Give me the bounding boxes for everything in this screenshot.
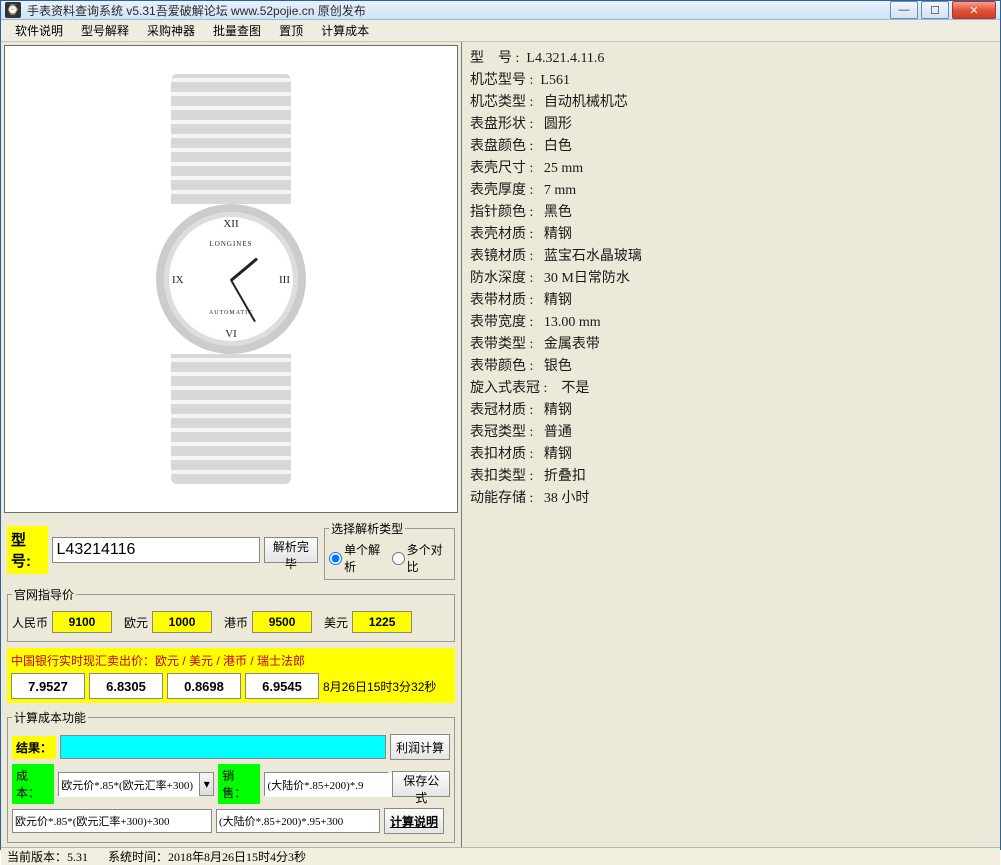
fx-usd: 6.8305 <box>89 673 163 699</box>
specs-panel: 型 号 : L4.321.4.11.6 机芯型号 : L561 机芯类型 : 自… <box>461 42 1000 847</box>
minimize-button[interactable]: — <box>890 1 918 19</box>
sale-formula-full[interactable] <box>216 809 380 833</box>
menu-calc-cost[interactable]: 计算成本 <box>313 20 377 41</box>
sale-formula-select[interactable] <box>265 773 404 797</box>
fx-eur: 7.9527 <box>11 673 85 699</box>
model-label: 型号: <box>7 526 48 574</box>
window-title: 手表资料查询系统 v5.31吾爱破解论坛 www.52pojie.cn 原创发布 <box>27 2 890 19</box>
watch-auto-text: AUTOMATIC <box>164 310 298 316</box>
cost-group: 计算成本功能 结果： 利润计算 成本： ▾ 销售： <box>7 709 455 843</box>
titlebar: ⌚ 手表资料查询系统 v5.31吾爱破解论坛 www.52pojie.cn 原创… <box>1 1 1000 20</box>
fx-chf: 6.9545 <box>245 673 319 699</box>
usd-label: 美元 <box>324 614 348 631</box>
menu-topmost[interactable]: 置顶 <box>271 20 311 41</box>
cost-formula-full[interactable] <box>12 809 212 833</box>
hkd-label: 港币 <box>224 614 248 631</box>
cost-formula-dropdown-icon[interactable]: ▾ <box>199 773 213 795</box>
status-version: 5.31 <box>67 850 88 864</box>
status-systime: 2018年8月26日15时4分3秒 <box>168 850 306 864</box>
model-input[interactable] <box>52 537 260 563</box>
result-input[interactable] <box>60 735 386 759</box>
menu-batch-image[interactable]: 批量查图 <box>205 20 269 41</box>
fx-hkd: 0.8698 <box>167 673 241 699</box>
rmb-value: 9100 <box>52 611 112 633</box>
cost-formula-select[interactable] <box>59 773 199 797</box>
profit-button[interactable]: 利润计算 <box>390 734 450 760</box>
cost-legend: 计算成本功能 <box>12 709 88 726</box>
menu-model-explain[interactable]: 型号解释 <box>73 20 137 41</box>
eur-value: 1000 <box>152 611 212 633</box>
menu-software-info[interactable]: 软件说明 <box>7 20 71 41</box>
app-icon: ⌚ <box>5 2 21 18</box>
fx-panel: 中国银行实时现汇卖出价：欧元 / 美元 / 港币 / 瑞士法郎 7.9527 6… <box>7 648 455 703</box>
close-button[interactable]: ✕ <box>952 1 996 19</box>
explain-button[interactable]: 计算说明 <box>384 808 444 834</box>
maximize-button[interactable]: ☐ <box>921 1 949 19</box>
result-label: 结果： <box>12 736 56 759</box>
official-price-legend: 官网指导价 <box>12 586 76 603</box>
radio-multi[interactable]: 多个对比 <box>392 541 450 575</box>
parse-button[interactable]: 解析完毕 <box>264 537 319 563</box>
menubar: 软件说明 型号解释 采购神器 批量查图 置顶 计算成本 <box>1 20 1000 42</box>
parse-type-legend: 选择解析类型 <box>329 520 405 537</box>
watch-brand-text: LONGINES <box>164 240 298 248</box>
official-price-group: 官网指导价 人民币 9100 欧元 1000 港币 9500 美元 1225 <box>7 586 455 642</box>
usd-value: 1225 <box>352 611 412 633</box>
parse-type-group: 选择解析类型 单个解析 多个对比 <box>324 520 455 580</box>
fx-time: 8月26日15时3分32秒 <box>323 678 436 695</box>
fx-title: 中国银行实时现汇卖出价：欧元 / 美元 / 港币 / 瑞士法郎 <box>11 652 451 669</box>
rmb-label: 人民币 <box>12 614 48 631</box>
radio-single[interactable]: 单个解析 <box>329 541 387 575</box>
product-image: LONGINES XIIIIIVIIX AUTOMATIC <box>4 45 458 513</box>
cost-label: 成本： <box>12 764 54 804</box>
eur-label: 欧元 <box>124 614 148 631</box>
save-formula-button[interactable]: 保存公式 <box>392 771 450 797</box>
menu-purchase-tool[interactable]: 采购神器 <box>139 20 203 41</box>
sale-label: 销售： <box>218 764 260 804</box>
hkd-value: 9500 <box>252 611 312 633</box>
